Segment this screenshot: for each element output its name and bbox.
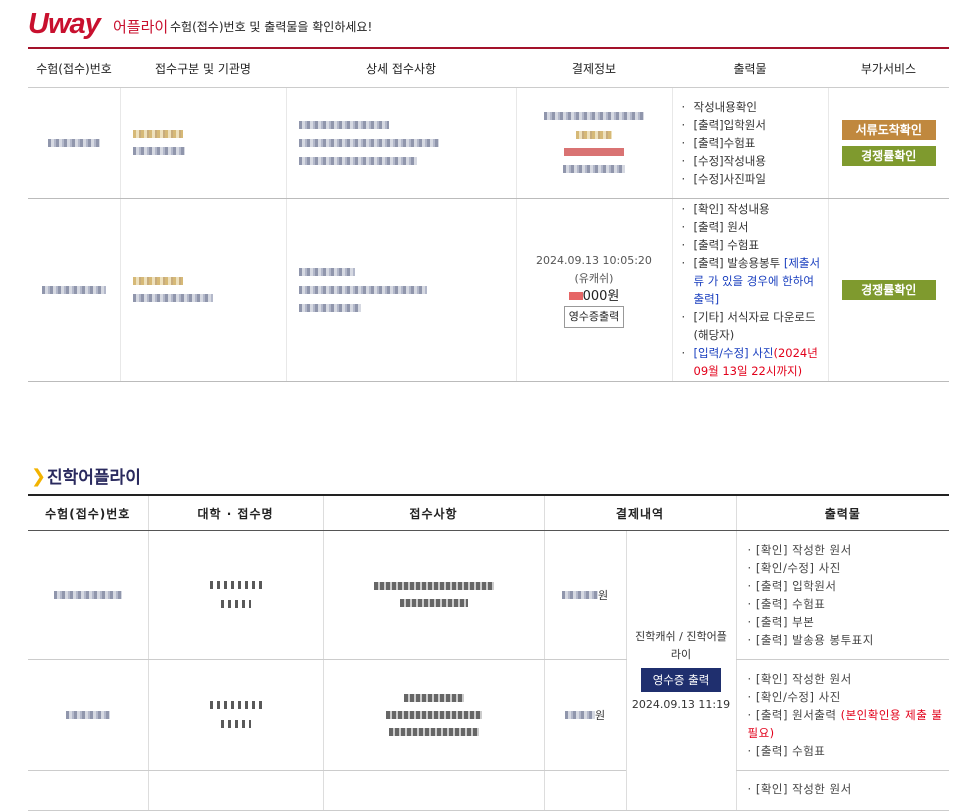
table-row: 원 진학캐쉬 / 진학어플라이 영수증 출력 2024.09.13 11:19 … — [28, 530, 950, 811]
section-title: 진학어플라이 — [47, 468, 141, 488]
col-detail: 상세 접수사항 — [286, 49, 516, 88]
print-link[interactable]: · [확인] 작성한 원서 — [748, 780, 949, 798]
competition-rate-button[interactable]: 경쟁률확인 — [841, 146, 936, 166]
detail-blurred — [322, 659, 544, 771]
print-link[interactable]: [출력]수험표 — [682, 134, 827, 152]
detail-blurred — [285, 198, 516, 382]
print-link[interactable]: [출력] 수험표 — [682, 236, 827, 254]
table-row: 원 · [확인] 작성한 원서 · [확인/수정] 사진 · [출력] 원서출력… — [28, 659, 950, 771]
col-prints: 출력물 — [735, 495, 950, 531]
print-link[interactable]: [출력] 원서 — [682, 218, 827, 236]
payment-method: 진학캐쉬 / 진학어플라이 — [635, 629, 727, 661]
print-link[interactable]: · [출력] 발송용 봉투표지 — [748, 631, 949, 649]
print-link[interactable]: · [출력] 수험표 — [748, 742, 949, 760]
receipt-print-button[interactable]: 영수증 출력 — [640, 667, 722, 692]
prints-cell: · [확인] 작성한 원서 — [735, 770, 950, 811]
print-link[interactable]: [출력]입학원서 — [682, 116, 827, 134]
col-payment: 결제정보 — [516, 49, 672, 88]
print-link[interactable]: [출력] 발송용봉투 [제출서류 가 있을 경우에 한하여 출력] — [682, 254, 827, 308]
print-link[interactable]: [수정]사진파일 — [682, 170, 827, 188]
print-link[interactable]: 작성내용확인 — [682, 98, 827, 116]
brand-name: 어플라이 — [113, 18, 169, 36]
exam-number-blurred — [28, 198, 120, 382]
payment-amount: 000원 — [582, 289, 620, 304]
table-row: · [확인] 작성한 원서 — [28, 770, 950, 811]
category-blurred — [119, 198, 286, 382]
print-link[interactable]: · [출력] 입학원서 — [748, 577, 949, 595]
payment-method: (유캐쉬) — [574, 272, 614, 285]
exam-number-blurred — [28, 530, 148, 660]
document-arrival-button[interactable]: 서류도착확인 — [841, 120, 936, 140]
payment-cell: 2024.09.13 10:05:20 (유캐쉬) 000원 영수증출력 — [515, 198, 672, 382]
exam-number-blurred — [28, 87, 120, 199]
col-category: 접수구분 및 기관명 — [120, 49, 286, 88]
header-notice: 수험(접수)번호 및 출력물을 확인하세요! — [170, 20, 373, 34]
competition-rate-button[interactable]: 경쟁률확인 — [841, 280, 936, 300]
payment-amount: 원 — [543, 659, 626, 771]
payment-amount: 원 — [543, 530, 626, 660]
print-link[interactable]: · [출력] 원서출력 (본인확인용 제출 불필요) — [748, 706, 949, 742]
payment-date: 2024.09.13 10:05:20 — [536, 254, 652, 267]
receipt-print-button[interactable]: 영수증출력 — [563, 306, 625, 328]
col-detail: 접수사항 — [322, 495, 544, 531]
print-link[interactable]: · [확인] 작성한 원서 — [748, 541, 949, 559]
payment-blurred — [515, 87, 672, 199]
table-row: 2024.09.13 10:05:20 (유캐쉬) 000원 영수증출력 [확인… — [28, 198, 949, 382]
uway-logo[interactable]: Uway — [28, 8, 101, 41]
payment-info-cell: 진학캐쉬 / 진학어플라이 영수증 출력 2024.09.13 11:19 — [625, 530, 737, 811]
print-link[interactable]: [기타] 서식자료 다운로드(해당자) — [682, 308, 827, 344]
receipt-date: 2024.09.13 11:19 — [631, 697, 731, 711]
col-prints: 출력물 — [672, 49, 828, 88]
university-blurred — [147, 530, 323, 660]
print-link[interactable]: · [확인/수정] 사진 — [748, 688, 949, 706]
prints-cell: 작성내용확인 [출력]입학원서 [출력]수험표 [수정]작성내용 [수정]사진파… — [671, 87, 828, 199]
print-link[interactable]: · [출력] 수험표 — [748, 595, 949, 613]
col-exam-number: 수험(접수)번호 — [28, 49, 120, 88]
prints-cell: · [확인] 작성한 원서 · [확인/수정] 사진 · [출력] 입학원서 ·… — [735, 530, 950, 660]
table-row: 작성내용확인 [출력]입학원서 [출력]수험표 [수정]작성내용 [수정]사진파… — [28, 87, 949, 199]
col-services: 부가서비스 — [828, 49, 949, 88]
services-cell: 경쟁률확인 — [827, 198, 949, 382]
uway-application-table: 수험(접수)번호 접수구분 및 기관명 상세 접수사항 결제정보 출력물 부가서… — [28, 49, 949, 382]
detail-blurred — [285, 87, 516, 199]
col-exam-number: 수험(접수)번호 — [28, 495, 148, 531]
print-link[interactable]: [입력/수정] 사진(2024년 09월 13일 22시까지) — [682, 344, 827, 380]
print-link[interactable]: · [출력] 부본 — [748, 613, 949, 631]
print-link[interactable]: · [확인] 작성한 원서 — [748, 670, 949, 688]
detail-blurred — [322, 530, 544, 660]
print-link[interactable]: [수정]작성내용 — [682, 152, 827, 170]
university-blurred — [147, 659, 323, 771]
prints-cell: [확인] 작성내용 [출력] 원서 [출력] 수험표 [출력] 발송용봉투 [제… — [671, 198, 828, 382]
section-arrow-icon: ❯ — [31, 466, 47, 487]
jinhak-application-table: 수험(접수)번호 대학 · 접수명 접수사항 결제내역 출력물 원 진학캐쉬 /… — [28, 494, 950, 811]
print-link[interactable]: · [확인/수정] 사진 — [748, 559, 949, 577]
services-cell: 서류도착확인 경쟁률확인 — [827, 87, 949, 199]
col-university: 대학 · 접수명 — [147, 495, 323, 531]
category-blurred — [119, 87, 286, 199]
exam-number-blurred — [28, 659, 148, 771]
prints-cell: · [확인] 작성한 원서 · [확인/수정] 사진 · [출력] 원서출력 (… — [735, 659, 950, 771]
col-payment: 결제내역 — [543, 495, 737, 531]
print-link[interactable]: [확인] 작성내용 — [682, 200, 827, 218]
